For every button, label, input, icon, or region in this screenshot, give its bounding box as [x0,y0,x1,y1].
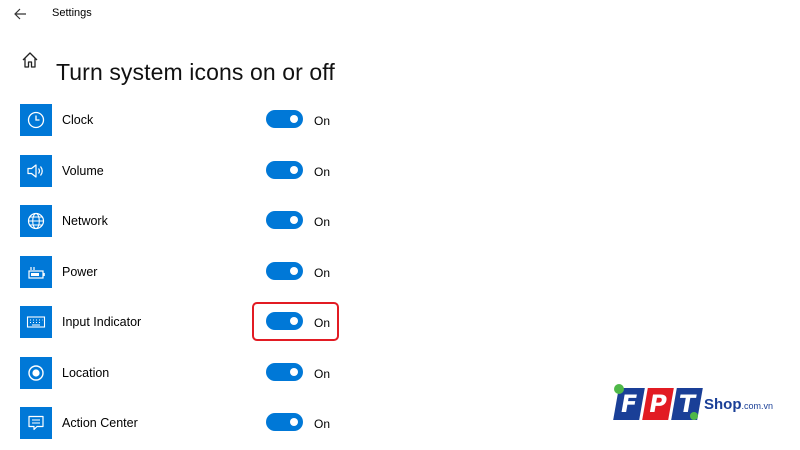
setting-label: Network [62,214,108,228]
clock-icon [20,104,52,136]
toggle-state-text: On [314,417,331,431]
toggle-state-text: On [314,165,331,179]
app-title: Settings [52,7,92,19]
toggle-knob [290,115,298,123]
title-bar: Settings [0,0,800,30]
toggle-knob [290,216,298,224]
logo-accent-dot [614,384,624,394]
logo-letter-p: P [642,388,674,420]
setting-label: Power [62,265,98,279]
toggle-knob [290,267,298,275]
toggle-state-text: On [314,114,331,128]
globe-icon [20,205,52,237]
volume-toggle[interactable] [266,161,303,179]
setting-label: Clock [62,113,94,127]
setting-label: Location [62,366,110,380]
logo-accent-dot [690,412,698,420]
clock-toggle[interactable] [266,110,303,128]
power-toggle[interactable] [266,262,303,280]
setting-row-location: Location On [0,357,360,397]
setting-row-network: Network On [0,205,360,245]
home-icon[interactable] [20,50,40,70]
brand-watermark: F P T Shop.com.vn [612,382,797,442]
network-toggle[interactable] [266,211,303,229]
location-toggle[interactable] [266,363,303,381]
brand-text: Shop.com.vn [704,396,773,413]
page-title: Turn system icons on or off [56,59,335,86]
brand-domain: .com.vn [741,401,774,411]
toggle-knob [290,166,298,174]
setting-row-volume: Volume On [0,155,360,195]
toggle-knob [290,418,298,426]
setting-row-power: Power On [0,256,360,296]
back-button[interactable] [10,5,32,23]
toggle-state-text: On [314,367,331,381]
setting-label: Volume [62,164,104,178]
toggle-state-text: On [314,215,331,229]
setting-row-clock: Clock On [0,104,360,144]
action-center-icon [20,407,52,439]
brand-name: Shop [704,396,742,413]
setting-row-action-center: Action Center On [0,407,360,447]
battery-icon [20,256,52,288]
speaker-icon [20,155,52,187]
logo-letter-t: T [671,388,703,420]
action-center-toggle[interactable] [266,413,303,431]
toggle-state-text: On [314,266,331,280]
toggle-knob [290,368,298,376]
keyboard-icon [20,306,52,338]
setting-label: Input Indicator [62,315,142,329]
setting-label: Action Center [62,416,138,430]
location-icon [20,357,52,389]
back-arrow-icon [14,8,26,20]
highlight-box [252,302,339,341]
